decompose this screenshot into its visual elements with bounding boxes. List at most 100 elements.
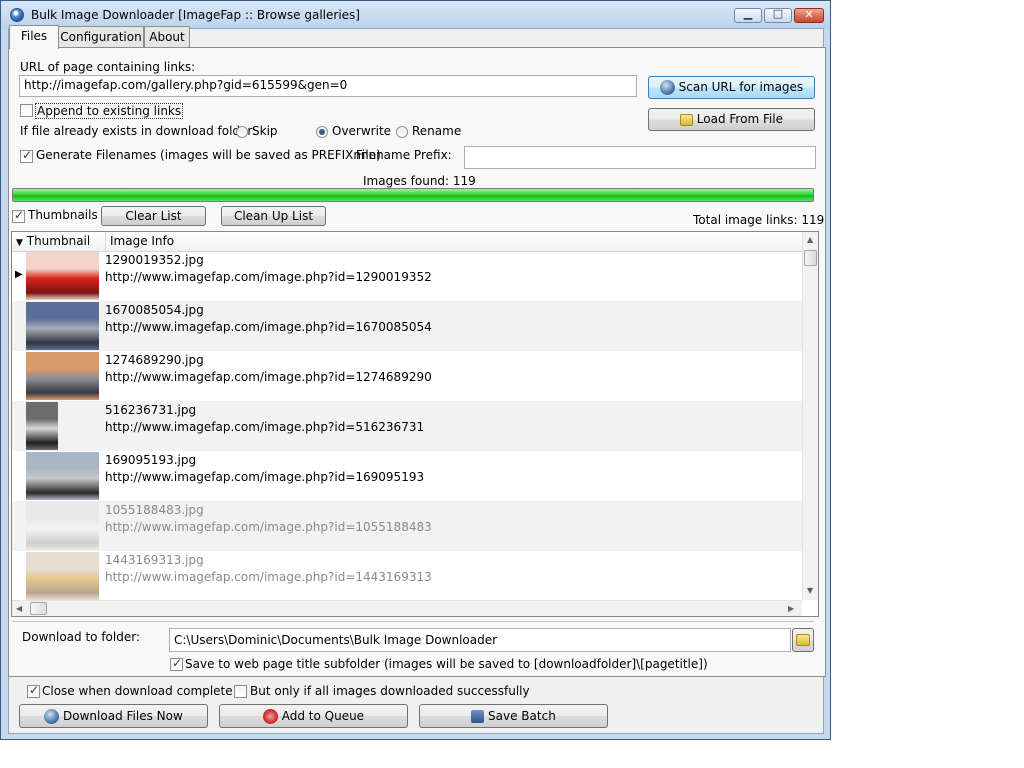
maximize-button[interactable]: □ (764, 7, 792, 23)
globe-icon (659, 80, 675, 95)
progress-fill (13, 189, 813, 201)
folder-icon (679, 113, 693, 126)
tab-files[interactable]: Files (9, 25, 59, 49)
thumbnail-image (26, 552, 99, 600)
window-title: Bulk Image Downloader [ImageFap :: Brows… (31, 8, 360, 22)
vertical-scrollbar[interactable]: ▲ ▼ (802, 232, 818, 600)
generate-filenames-checkbox[interactable] (20, 148, 33, 163)
app-icon (10, 8, 24, 22)
thumbnails-label[interactable]: Thumbnails (28, 208, 98, 222)
column-header-label: Image Info (110, 234, 175, 248)
close-when-complete-label[interactable]: Close when download complete (42, 684, 233, 698)
clean-up-list-button[interactable]: Clean Up List (221, 206, 326, 226)
horizontal-scrollbar[interactable]: ◀ ▶ (12, 600, 802, 616)
subfolder-label[interactable]: Save to web page title subfolder (images… (185, 657, 708, 671)
title-bar[interactable]: Bulk Image Downloader [ImageFap :: Brows… (1, 1, 830, 29)
image-url: http://www.imagefap.com/image.php?id=167… (105, 320, 432, 334)
list-item[interactable]: 1274689290.jpg http://www.imagefap.com/im… (12, 351, 802, 401)
list-item[interactable]: 169095193.jpg http://www.imagefap.com/ima… (12, 451, 802, 501)
image-filename: 169095193.jpg (105, 453, 197, 467)
save-batch-button[interactable]: Save Batch (419, 704, 608, 728)
subfolder-checkbox[interactable] (170, 656, 183, 671)
download-files-now-button[interactable]: Download Files Now (19, 704, 208, 728)
rename-radio[interactable] (396, 126, 408, 138)
image-filename: 1670085054.jpg (105, 303, 204, 317)
list-item[interactable]: 1670085054.jpg http://www.imagefap.com/im… (12, 301, 802, 351)
download-globe-icon (44, 709, 60, 724)
tab-label: About (149, 30, 185, 44)
images-found-label: Images found: 119 (363, 174, 476, 188)
browse-folder-button[interactable] (792, 628, 814, 652)
tab-configuration[interactable]: Configuration (58, 26, 144, 48)
list-item[interactable]: 516236731.jpg http://www.imagefap.com/ima… (12, 401, 802, 451)
floppy-disk-icon (471, 710, 485, 723)
filename-prefix-input[interactable] (464, 146, 816, 169)
list-rows: ▶ 1290019352.jpg http://www.imagefap.com/i… (12, 251, 802, 600)
download-folder-input[interactable]: C:\Users\Dominic\Documents\Bulk Image Do… (169, 628, 791, 652)
only-if-success-checkbox[interactable] (234, 685, 247, 698)
filename-prefix-label: Filename Prefix: (356, 148, 452, 162)
thumbnail-image (26, 252, 99, 300)
divider (12, 621, 814, 622)
open-folder-icon (796, 634, 810, 646)
scroll-down-icon[interactable]: ▼ (807, 586, 813, 595)
close-icon: ✕ (804, 8, 814, 21)
load-from-file-button[interactable]: Load From File (648, 108, 815, 131)
sort-down-icon: ▼ (16, 238, 23, 248)
only-if-success-label[interactable]: But only if all images downloaded succes… (250, 684, 530, 698)
clear-list-button[interactable]: Clear List (101, 206, 206, 226)
current-row-indicator-icon: ▶ (15, 269, 23, 280)
scroll-left-icon[interactable]: ◀ (16, 604, 22, 613)
overwrite-radio[interactable] (316, 126, 328, 138)
tab-about[interactable]: About (144, 26, 190, 48)
url-input[interactable]: http://imagefap.com/gallery.php?gid=6155… (19, 75, 637, 97)
progress-bar (12, 188, 814, 202)
thumbnail-image (26, 452, 99, 500)
minimize-button[interactable]: ▁ (734, 7, 762, 23)
list-item[interactable]: ▶ 1290019352.jpg http://www.imagefap.com/i… (12, 251, 802, 301)
thumbnail-image (26, 502, 99, 550)
column-header-image-info[interactable]: Image Info (106, 232, 802, 251)
append-label[interactable]: Append to existing links (35, 103, 184, 119)
scroll-up-icon[interactable]: ▲ (807, 235, 813, 244)
tab-label: Configuration (60, 30, 142, 44)
image-filename: 1443169313.jpg (105, 553, 204, 567)
url-label: URL of page containing links: (20, 60, 196, 74)
minimize-icon: ▁ (743, 7, 753, 20)
generate-filenames-label[interactable]: Generate Filenames (images will be saved… (36, 148, 381, 162)
save-batch-label: Save Batch (488, 709, 556, 723)
horizontal-scroll-thumb[interactable] (30, 602, 47, 615)
column-header-thumbnail[interactable]: ▼ Thumbnail (12, 232, 106, 251)
tab-label: Files (20, 29, 48, 43)
scan-url-label: Scan URL for images (678, 80, 804, 94)
add-to-queue-label: Add to Queue (281, 709, 365, 723)
scan-url-button[interactable]: Scan URL for images (648, 76, 815, 99)
image-list[interactable]: ▼ Thumbnail Image Info ▶ 1290019352.jpg ht… (11, 231, 819, 617)
add-to-queue-button[interactable]: Add to Queue (219, 704, 408, 728)
total-links-label: Total image links: 119 (693, 213, 825, 227)
download-folder-label: Download to folder: (22, 630, 140, 644)
download-files-now-label: Download Files Now (63, 709, 183, 723)
image-filename: 1290019352.jpg (105, 253, 204, 267)
thumbnail-image (26, 302, 99, 350)
close-when-complete-checkbox[interactable] (27, 683, 40, 698)
skip-label[interactable]: Skip (252, 124, 278, 138)
thumbnails-checkbox[interactable] (12, 208, 25, 223)
list-header: ▼ Thumbnail Image Info (12, 232, 802, 252)
image-url: http://www.imagefap.com/image.php?id=105… (105, 520, 432, 534)
close-button[interactable]: ✕ (794, 8, 824, 23)
overwrite-label[interactable]: Overwrite (332, 124, 391, 138)
list-item[interactable]: 1443169313.jpg http://www.imagefap.com/im… (12, 551, 802, 600)
scroll-right-icon[interactable]: ▶ (788, 604, 794, 613)
thumbnail-image (26, 352, 99, 400)
vertical-scroll-thumb[interactable] (804, 250, 817, 266)
skip-radio[interactable] (236, 126, 248, 138)
append-checkbox[interactable] (20, 104, 33, 117)
list-item[interactable]: 1055188483.jpg http://www.imagefap.com/im… (12, 501, 802, 551)
image-filename: 516236731.jpg (105, 403, 197, 417)
rename-label[interactable]: Rename (412, 124, 461, 138)
maximize-icon: □ (772, 7, 784, 20)
load-from-file-label: Load From File (696, 112, 784, 126)
image-filename: 1055188483.jpg (105, 503, 204, 517)
image-url: http://www.imagefap.com/image.php?id=129… (105, 270, 432, 284)
